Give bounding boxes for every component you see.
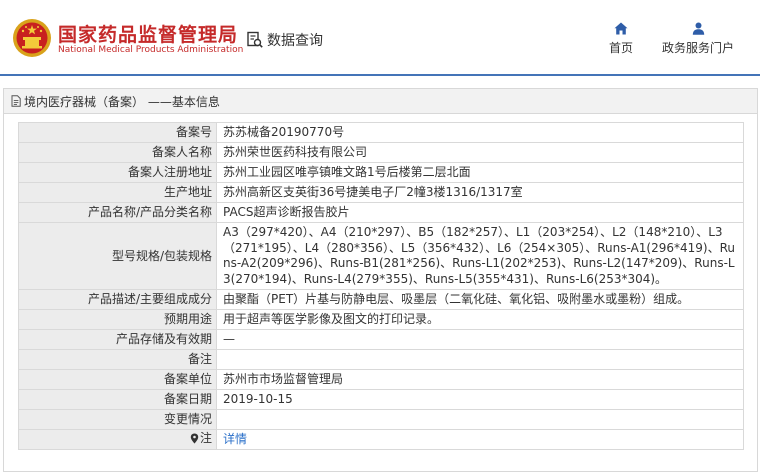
details-link[interactable]: 详情	[223, 432, 247, 446]
document-search-icon	[247, 31, 263, 48]
panel-title-bar: 境内医疗器械（备案） ——基本信息	[4, 89, 757, 114]
row-value: 详情	[216, 429, 744, 450]
row-value: 苏州工业园区唯亭镇唯文路1号后楼第二层北面	[216, 162, 744, 183]
panel-title: 境内医疗器械（备案） ——基本信息	[24, 94, 220, 109]
table-row-filing-date: 备案日期 2019-10-15	[18, 389, 744, 410]
row-value	[216, 409, 744, 430]
row-value: 苏州市市场监督管理局	[216, 369, 744, 390]
row-label: 产品名称/产品分类名称	[18, 202, 217, 223]
table-row-filer-name: 备案人名称 苏州荣世医药科技有限公司	[18, 142, 744, 163]
row-value: 2019-10-15	[216, 389, 744, 410]
nav-gov-portal-button[interactable]: 政务服务门户	[660, 22, 736, 56]
row-label: 备案人注册地址	[18, 162, 217, 183]
row-label: 预期用途	[18, 309, 217, 330]
row-value: 由聚酯（PET）片基与防静电层、吸墨层（二氧化硅、氧化铝、吸附墨水或墨粉）组成。	[216, 289, 744, 310]
row-value: PACS超声诊断报告胶片	[216, 202, 744, 223]
row-value: 苏州荣世医药科技有限公司	[216, 142, 744, 163]
basic-info-panel: 境内医疗器械（备案） ——基本信息 备案号 苏苏械备20190770号 备案人名…	[3, 88, 758, 472]
row-label: 产品存储及有效期	[18, 329, 217, 350]
site-header: 国家药品监督管理局 National Medical Products Admi…	[0, 0, 760, 74]
table-row-model-spec: 型号规格/包装规格 A3（297*420）、A4（210*297）、B5（182…	[18, 222, 744, 290]
row-label: 变更情况	[18, 409, 217, 430]
site-logo-subtitle: National Medical Products Administration	[58, 45, 244, 55]
row-label: 备注	[18, 349, 217, 370]
site-logo-title[interactable]: 国家药品监督管理局	[58, 20, 238, 47]
table-row-storage-validity: 产品存储及有效期 —	[18, 329, 744, 350]
user-icon	[692, 22, 704, 35]
nav-gov-portal-label: 政务服务门户	[661, 41, 734, 55]
header-divider	[0, 74, 760, 76]
row-value: A3（297*420）、A4（210*297）、B5（182*257）、L1（2…	[216, 222, 744, 290]
row-label: 产品描述/主要组成成分	[18, 289, 217, 310]
row-value: —	[216, 329, 744, 350]
table-row-filing-unit: 备案单位 苏州市市场监督管理局	[18, 369, 744, 390]
row-value	[216, 349, 744, 370]
table-row-product-name: 产品名称/产品分类名称 PACS超声诊断报告胶片	[18, 202, 744, 223]
data-query-label: 数据查询	[267, 33, 323, 49]
table-row-note: 注 详情	[18, 429, 744, 450]
location-pin-icon	[190, 433, 199, 444]
table-row-filer-address: 备案人注册地址 苏州工业园区唯亭镇唯文路1号后楼第二层北面	[18, 162, 744, 183]
row-label: 备案日期	[18, 389, 217, 410]
row-label: 型号规格/包装规格	[18, 222, 217, 290]
note-label-text: 注	[199, 431, 212, 445]
nav-home-label: 首页	[608, 41, 633, 55]
table-row-product-description: 产品描述/主要组成成分 由聚酯（PET）片基与防静电层、吸墨层（二氧化硅、氧化铝…	[18, 289, 744, 310]
table-row-record-number: 备案号 苏苏械备20190770号	[18, 122, 744, 143]
table-row-intended-use: 预期用途 用于超声等医学影像及图文的打印记录。	[18, 309, 744, 330]
nav-home-button[interactable]: 首页	[606, 22, 636, 56]
row-label-note: 注	[18, 429, 217, 450]
document-icon	[11, 95, 21, 107]
row-label: 备案单位	[18, 369, 217, 390]
table-row-changes: 变更情况	[18, 409, 744, 430]
data-query-link[interactable]: 数据查询	[246, 30, 323, 50]
row-value: 苏州高新区支英街36号捷美电子厂2幢3楼1316/1317室	[216, 182, 744, 203]
info-table: 备案号 苏苏械备20190770号 备案人名称 苏州荣世医药科技有限公司 备案人…	[18, 122, 744, 450]
row-label: 备案号	[18, 122, 217, 143]
national-emblem-icon	[13, 19, 51, 57]
row-label: 生产地址	[18, 182, 217, 203]
home-icon	[614, 22, 628, 35]
row-label: 备案人名称	[18, 142, 217, 163]
table-row-remarks: 备注	[18, 349, 744, 370]
row-value: 用于超声等医学影像及图文的打印记录。	[216, 309, 744, 330]
table-row-production-address: 生产地址 苏州高新区支英街36号捷美电子厂2幢3楼1316/1317室	[18, 182, 744, 203]
row-value: 苏苏械备20190770号	[216, 122, 744, 143]
